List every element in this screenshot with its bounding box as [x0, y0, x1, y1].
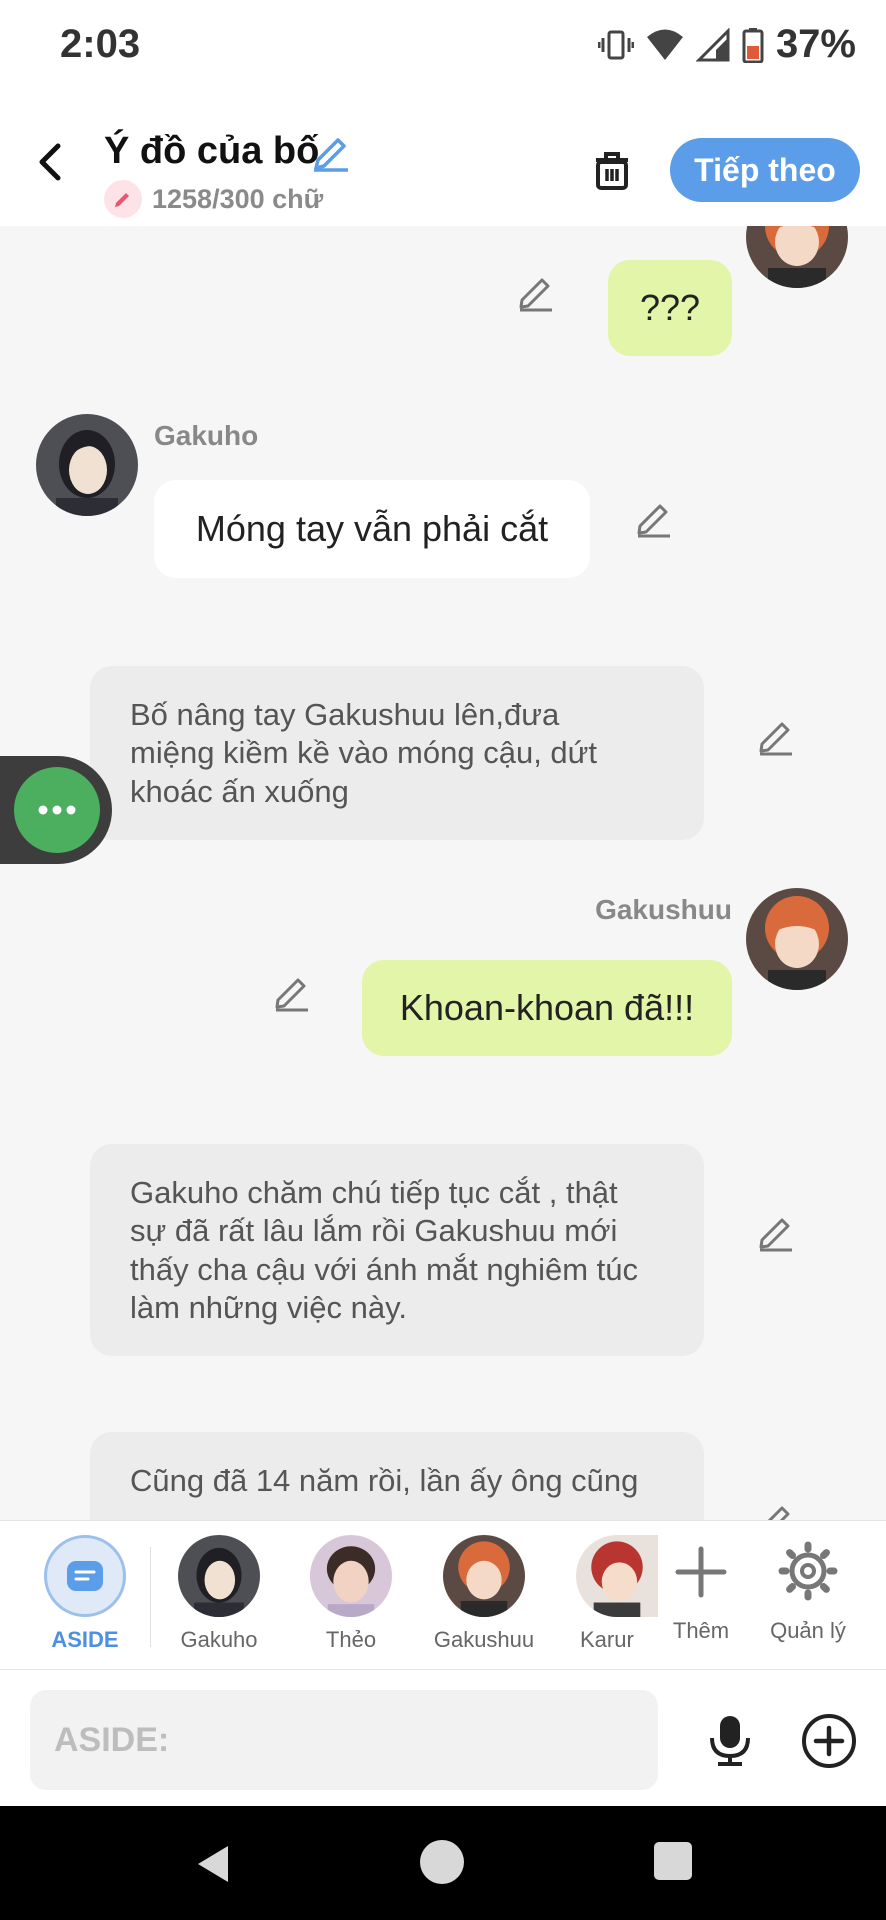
- character-karma[interactable]: Karur: [552, 1535, 660, 1653]
- status-time: 2:03: [60, 22, 141, 66]
- manage-button[interactable]: Quản lý: [753, 1535, 863, 1644]
- avatar-gakuho: [36, 414, 138, 516]
- narration-bubble[interactable]: Cũng đã 14 năm rồi, lần ấy ông cũng: [90, 1432, 704, 1520]
- edit-message-icon[interactable]: [272, 972, 312, 1012]
- battery-percent: 37%: [775, 22, 856, 66]
- battery-icon: [742, 27, 764, 63]
- narration-line: khoác ấn xuống: [130, 773, 349, 809]
- input-bar: [0, 1670, 886, 1806]
- narration-line: miệng kiềm kề vào móng cậu, dứt: [130, 735, 598, 771]
- speaker-name: Gakushuu: [595, 894, 732, 925]
- narration-line: làm những việc này.: [130, 1290, 407, 1326]
- more-options-button[interactable]: [14, 767, 100, 853]
- narration-line: Gakuho chăm chú tiếp tục cắt , thật: [130, 1175, 618, 1210]
- character-bar: ASIDE Gakuho Thẻo Gakushuu Karur Thêm Qu…: [0, 1520, 886, 1670]
- character-aside[interactable]: ASIDE: [30, 1535, 140, 1653]
- character-label: Thẻo: [325, 1627, 377, 1652]
- divider: [150, 1547, 151, 1647]
- narration-line: Bố nâng tay Gakushuu lên,đưa: [130, 697, 560, 732]
- plus-icon: [675, 1546, 727, 1598]
- wifi-icon: [646, 29, 683, 60]
- word-count: 1258/300 chữ: [152, 183, 324, 214]
- message-bubble[interactable]: ???: [608, 260, 732, 356]
- narration-bubble[interactable]: Bố nâng tay Gakushuu lên,đưa miệng kiềm …: [90, 666, 704, 840]
- signal-icon: [695, 27, 730, 61]
- character-gakushuu[interactable]: Gakushuu: [429, 1535, 539, 1653]
- trash-icon[interactable]: [588, 146, 636, 194]
- add-circle-icon[interactable]: [800, 1712, 858, 1770]
- gear-icon: [778, 1541, 838, 1601]
- word-count-row: 1258/300 chữ: [104, 180, 323, 218]
- character-label: Thêm: [672, 1618, 730, 1643]
- nav-home-icon[interactable]: [420, 1840, 464, 1884]
- pencil-badge-icon: [104, 180, 142, 218]
- edit-message-icon[interactable]: [756, 1212, 796, 1252]
- nav-recent-icon[interactable]: [654, 1842, 692, 1880]
- status-bar: 2:03 37%: [0, 0, 886, 92]
- edit-message-icon[interactable]: [756, 1500, 796, 1520]
- vibrate-icon: [597, 30, 634, 59]
- edit-title-icon[interactable]: [310, 130, 352, 172]
- avatar-gakushuu: [746, 888, 848, 990]
- nav-back-icon[interactable]: [192, 1842, 234, 1886]
- edit-message-icon[interactable]: [634, 498, 674, 538]
- character-gakuho[interactable]: Gakuho: [164, 1535, 274, 1653]
- narration-line: sự đã rất lâu lắm rồi Gakushuu mới: [130, 1213, 618, 1249]
- avatar-gakushuu: [746, 226, 848, 288]
- microphone-icon[interactable]: [702, 1712, 758, 1768]
- character-label: Quản lý: [770, 1618, 846, 1643]
- back-button[interactable]: [30, 140, 74, 184]
- avatar-gakuho: [178, 1535, 260, 1617]
- next-button[interactable]: Tiếp theo: [670, 138, 860, 202]
- story-title: Ý đồ của bố: [104, 130, 320, 172]
- edit-message-icon[interactable]: [756, 716, 796, 756]
- message-input[interactable]: [30, 1690, 658, 1790]
- add-character-button[interactable]: Thêm: [646, 1535, 756, 1644]
- speaker-name: Gakuho: [154, 420, 259, 451]
- avatar-gakushuu: [443, 1535, 525, 1617]
- character-label: Gakuho: [180, 1627, 258, 1652]
- chat-area[interactable]: ??? Gakuho Móng tay vẫn phải cắt Bố nâng…: [0, 226, 886, 1520]
- character-label: Gakushuu: [433, 1627, 535, 1652]
- narration-bubble[interactable]: Gakuho chăm chú tiếp tục cắt , thật sự đ…: [90, 1144, 704, 1356]
- message-bubble[interactable]: Móng tay vẫn phải cắt: [154, 480, 590, 578]
- narration-line: thấy cha cậu với ánh mắt nghiêm túc: [130, 1251, 638, 1287]
- character-label: ASIDE: [51, 1627, 119, 1652]
- narration-line: Cũng đã 14 năm rồi, lần ấy ông cũng: [130, 1463, 639, 1498]
- status-icons: 37%: [597, 22, 856, 67]
- floating-menu-handle: [0, 756, 112, 864]
- avatar-theo: [310, 1535, 392, 1617]
- system-nav-bar: [0, 1806, 886, 1920]
- aside-icon: [44, 1535, 126, 1617]
- character-theo[interactable]: Thẻo: [296, 1535, 406, 1653]
- header: Ý đồ của bố 1258/300 chữ Tiếp theo: [0, 92, 886, 226]
- character-label: Karur: [580, 1627, 634, 1652]
- message-bubble[interactable]: Khoan-khoan đã!!!: [362, 960, 732, 1056]
- edit-message-icon[interactable]: [516, 272, 556, 312]
- more-dots-icon: [38, 805, 76, 815]
